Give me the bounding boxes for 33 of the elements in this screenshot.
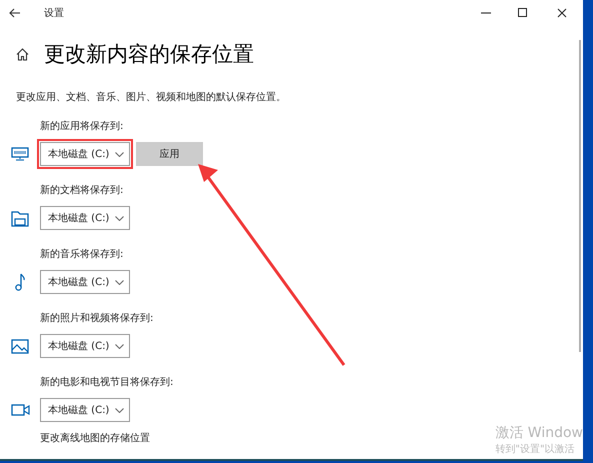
offline-maps-label: 更改离线地图的存储位置 <box>40 432 150 446</box>
video-camera-icon <box>10 404 30 416</box>
chevron-down-icon <box>115 280 124 284</box>
field-label: 新的文档将保存到: <box>40 184 124 198</box>
chevron-down-icon <box>115 152 124 156</box>
field-label: 新的照片和视频将保存到: <box>40 312 154 326</box>
maximize-icon <box>518 8 528 18</box>
home-icon[interactable] <box>16 48 29 60</box>
drive-dropdown[interactable]: 本地磁盘 (C:) <box>40 398 130 422</box>
minimize-icon <box>480 12 490 14</box>
page-heading: 更改新内容的保存位置 <box>44 44 254 64</box>
folder-icon <box>11 209 29 227</box>
chevron-down-icon <box>115 216 124 220</box>
music-note-icon <box>14 273 26 291</box>
activation-hint: 转到"设置"以激活 <box>495 442 575 457</box>
field-label: 新的电影和电视节目将保存到: <box>40 376 174 390</box>
drive-dropdown[interactable]: 本地磁盘 (C:) <box>40 206 130 230</box>
picture-icon <box>11 338 29 354</box>
window-title: 设置 <box>44 6 64 20</box>
chevron-down-icon <box>115 344 124 348</box>
chevron-down-icon <box>115 408 124 412</box>
close-icon <box>557 8 567 18</box>
drive-dropdown[interactable]: 本地磁盘 (C:) <box>40 142 130 166</box>
drive-dropdown[interactable]: 本地磁盘 (C:) <box>40 334 130 358</box>
back-arrow-icon <box>9 8 21 18</box>
field-label: 新的音乐将保存到: <box>40 248 124 262</box>
field-label: 新的应用将保存到: <box>40 120 124 134</box>
page-description: 更改应用、文档、音乐、图片、视频和地图的默认保存位置。 <box>16 91 287 105</box>
scrollbar[interactable] <box>579 40 581 352</box>
monitor-icon <box>11 147 29 161</box>
activation-title: 激活 Window <box>495 424 583 442</box>
apply-button[interactable]: 应用 <box>136 142 203 166</box>
drive-dropdown[interactable]: 本地磁盘 (C:) <box>40 270 130 294</box>
